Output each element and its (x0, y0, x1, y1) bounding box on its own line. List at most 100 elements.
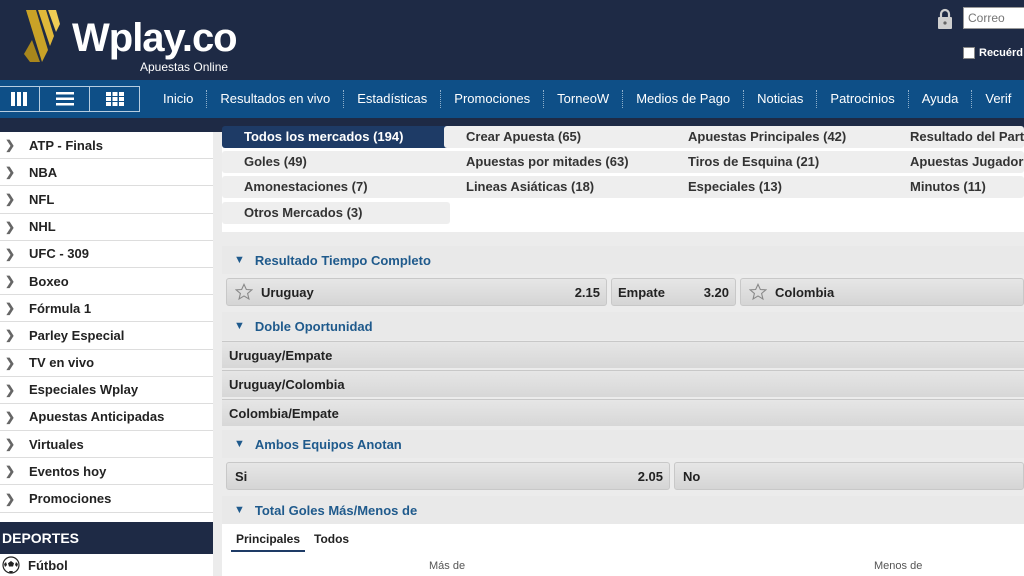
sidebar-item-especiales[interactable]: ❯ Especiales Wplay (0, 377, 213, 404)
nav-item-ayuda[interactable]: Ayuda (909, 90, 973, 108)
list-view-button[interactable] (40, 86, 90, 112)
chevron-right-icon: ❯ (5, 274, 16, 289)
remember-me[interactable]: Recuérd (963, 47, 1023, 59)
chevron-right-icon: ❯ (5, 437, 16, 452)
nav-item-verificacion[interactable]: Verif (972, 90, 1024, 108)
chevron-right-icon: ❯ (5, 192, 16, 207)
odd-button-away[interactable]: Colombia (740, 278, 1024, 306)
odd-button-home[interactable]: Uruguay 2.15 (226, 278, 607, 306)
sidebar-item-anticipadas[interactable]: ❯ Apuestas Anticipadas (0, 404, 213, 432)
chevron-down-icon: ▼ (234, 254, 245, 266)
odd-value: 2.15 (574, 284, 600, 300)
grid-icon (105, 92, 124, 106)
tab-principales[interactable]: Principales (231, 532, 306, 552)
nav-item-inicio[interactable]: Inicio (150, 90, 208, 108)
chevron-right-icon: ❯ (5, 409, 16, 424)
section-resultado-header[interactable]: ▼ Resultado Tiempo Completo (222, 246, 1024, 274)
soccer-ball-icon (2, 556, 20, 574)
odd-button-no[interactable]: No (674, 462, 1024, 490)
sidebar-item-label: TV en vivo (29, 355, 95, 371)
market-filter-crear-apuesta[interactable]: Crear Apuesta (65) (444, 126, 672, 148)
odd-value: 2.05 (637, 468, 663, 484)
sidebar-item-label: NFL (29, 191, 55, 207)
sidebar-item-label: Fútbol (28, 557, 68, 573)
market-filter-otros[interactable]: Otros Mercados (3) (222, 202, 450, 224)
selection-name: Uruguay (261, 284, 314, 300)
market-filter-resultado[interactable]: Resultado del Parti (888, 126, 1024, 148)
chevron-right-icon: ❯ (5, 491, 16, 506)
tab-todos[interactable]: Todos (309, 532, 354, 550)
nav-item-estadisticas[interactable]: Estadísticas (344, 90, 442, 108)
chevron-right-icon: ❯ (5, 219, 16, 234)
logo-text: Wplay.co (72, 16, 238, 60)
nav-item-patrocinios[interactable]: Patrocinios (817, 90, 909, 108)
star-icon[interactable] (235, 283, 253, 301)
sidebar-item-label: Eventos hoy (29, 463, 107, 479)
section-title: Doble Oportunidad (254, 318, 373, 334)
wplay-logo[interactable]: Wplay.co Apuestas Online (20, 8, 250, 74)
market-filter-jugador[interactable]: Apuestas Jugador (888, 151, 1024, 173)
odd-button-yes[interactable]: Si 2.05 (226, 462, 670, 490)
columns-icon (10, 92, 27, 106)
logo-mark-icon (24, 10, 60, 62)
logo-subtitle: Apuestas Online (140, 60, 229, 74)
market-filter-especiales[interactable]: Especiales (13) (666, 176, 894, 198)
selection-row[interactable]: Uruguay/Colombia (222, 370, 1024, 397)
sidebar-item-eventos-hoy[interactable]: ❯ Eventos hoy (0, 458, 213, 486)
odd-button-draw[interactable]: Empate 3.20 (611, 278, 736, 306)
section-title: Ambos Equipos Anotan (254, 436, 402, 452)
email-field[interactable] (963, 7, 1024, 29)
sidebar-item-atp-finals[interactable]: ❯ ATP - Finals (0, 132, 213, 160)
columns-view-button[interactable] (0, 86, 40, 112)
main-nav: Inicio Resultados en vivo Estadísticas P… (0, 80, 1024, 118)
sidebar-item-formula-1[interactable]: ❯ Fórmula 1 (0, 295, 213, 323)
sidebar-item-nfl[interactable]: ❯ NFL (0, 186, 213, 214)
market-filter-tiros-esquina[interactable]: Tiros de Esquina (21) (666, 151, 894, 173)
chevron-down-icon: ▼ (234, 320, 245, 332)
market-filter-mitades[interactable]: Apuestas por mitades (63) (444, 151, 672, 173)
market-filter-asiaticas[interactable]: Lineas Asiáticas (18) (444, 176, 672, 198)
market-filter-todos[interactable]: Todos los mercados (194) (222, 126, 450, 148)
selection-name: No (683, 468, 701, 484)
chevron-right-icon: ❯ (5, 328, 16, 343)
market-filter-goles[interactable]: Goles (49) (222, 151, 450, 173)
nav-item-resultados[interactable]: Resultados en vivo (207, 90, 345, 108)
sidebar-item-tv-en-vivo[interactable]: ❯ TV en vivo (0, 350, 213, 377)
section-doble-header[interactable]: ▼ Doble Oportunidad (222, 312, 1024, 340)
sidebar-item-label: Especiales Wplay (29, 382, 139, 398)
chevron-right-icon: ❯ (5, 355, 16, 370)
market-filter-minutos[interactable]: Minutos (11) (888, 176, 1024, 198)
section-total-header[interactable]: ▼ Total Goles Más/Menos de (222, 496, 1024, 524)
remember-checkbox[interactable] (963, 47, 975, 59)
selection-name: Empate (618, 284, 665, 300)
chevron-right-icon: ❯ (5, 301, 16, 316)
sidebar-item-parley-especial[interactable]: ❯ Parley Especial (0, 322, 213, 350)
chevron-down-icon: ▼ (234, 438, 245, 450)
sidebar-item-futbol[interactable]: Fútbol (0, 554, 213, 576)
market-filter-amonestaciones[interactable]: Amonestaciones (7) (222, 176, 450, 198)
section-title: Total Goles Más/Menos de (254, 502, 418, 518)
grid-view-button[interactable] (90, 86, 140, 112)
selection-row[interactable]: Colombia/Empate (222, 399, 1024, 426)
nav-item-promociones[interactable]: Promociones (441, 90, 545, 108)
chevron-right-icon: ❯ (5, 464, 16, 479)
nav-item-noticias[interactable]: Noticias (744, 90, 818, 108)
sidebar-item-label: Apuestas Anticipadas (29, 409, 165, 425)
nav-item-torneow[interactable]: TorneoW (544, 90, 624, 108)
lock-icon (938, 8, 952, 29)
sidebar-item-virtuales[interactable]: ❯ Virtuales (0, 431, 213, 459)
remember-label: Recuérd (979, 47, 1024, 59)
nav-item-medios-pago[interactable]: Medios de Pago (623, 90, 745, 108)
sidebar-item-promociones[interactable]: ❯ Promociones (0, 485, 213, 513)
market-filter-principales[interactable]: Apuestas Principales (42) (666, 126, 894, 148)
sidebar-item-nba[interactable]: ❯ NBA (0, 159, 213, 187)
section-title: Resultado Tiempo Completo (254, 252, 431, 268)
sidebar-item-nhl[interactable]: ❯ NHL (0, 214, 213, 241)
sidebar-item-ufc[interactable]: ❯ UFC - 309 (0, 241, 213, 268)
star-icon[interactable] (749, 283, 767, 301)
sidebar-item-label: NBA (29, 164, 58, 180)
sidebar: ❯ ATP - Finals ❯ NBA ❯ NFL ❯ NHL ❯ UFC - 309 … (0, 132, 213, 576)
section-ambos-header[interactable]: ▼ Ambos Equipos Anotan (222, 430, 1024, 458)
selection-row[interactable]: Uruguay/Empate (222, 341, 1024, 368)
sidebar-item-boxeo[interactable]: ❯ Boxeo (0, 268, 213, 296)
